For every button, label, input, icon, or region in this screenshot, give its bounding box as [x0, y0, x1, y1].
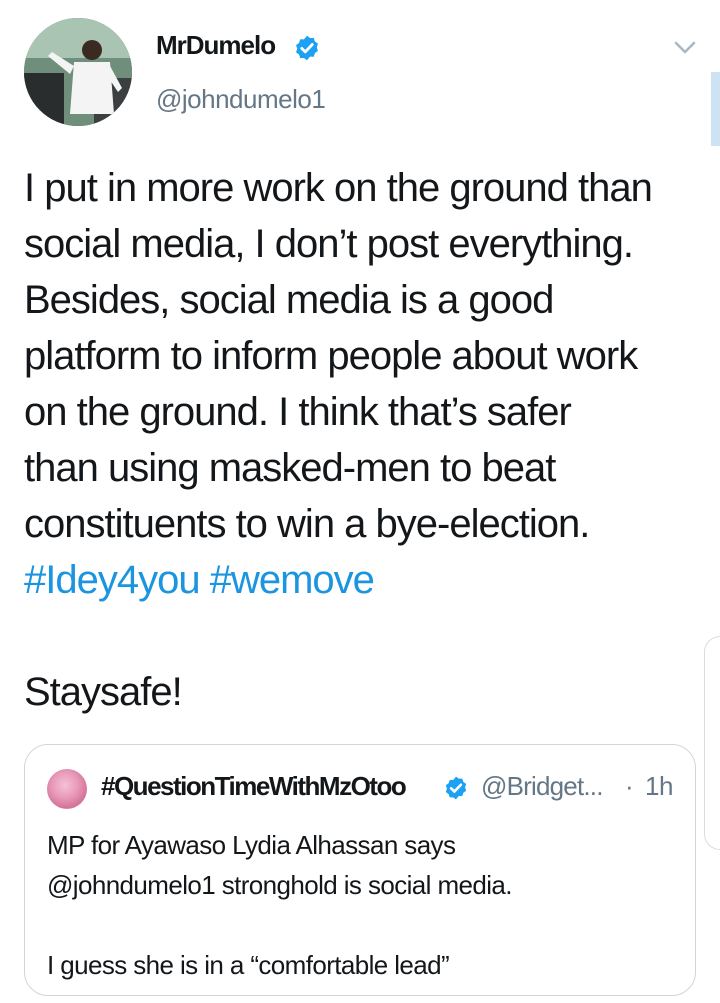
- quoted-author-avatar[interactable]: [47, 769, 87, 809]
- tweet-text-line: platform to inform people about work: [24, 334, 638, 378]
- tweet-text-line: social media, I don’t post everything.: [24, 222, 634, 266]
- verified-badge-icon: [445, 776, 467, 800]
- quoted-tweet-time[interactable]: 1h: [645, 771, 673, 802]
- adjacent-panel-edge: [704, 636, 720, 850]
- tweet-text-line: than using masked-men to beat: [24, 446, 556, 490]
- tweet-text-line: I put in more work on the ground than: [24, 166, 653, 210]
- quoted-text-line: MP for Ayawaso Lydia Alhassan says: [47, 830, 456, 860]
- verified-badge-icon: [296, 35, 318, 61]
- author-display-name[interactable]: MrDumelo: [156, 30, 276, 61]
- quoted-tweet-text: MP for Ayawaso Lydia Alhassan says @john…: [47, 825, 677, 985]
- scrollbar-thumb[interactable]: [711, 72, 720, 146]
- quoted-author-display-name[interactable]: #QuestionTimeWithMzOtoo: [101, 771, 407, 802]
- tweet-closing-text: Staysafe!: [24, 670, 183, 714]
- author-handle[interactable]: @johndumelo1: [156, 84, 326, 115]
- quoted-tweet-card[interactable]: #QuestionTimeWithMzOtoo @Bridget... · 1h…: [24, 744, 696, 996]
- quoted-text-line: @johndumelo1 stronghold is social media.: [47, 870, 512, 900]
- quoted-text-line: [47, 905, 677, 945]
- avatar-photo: [24, 18, 132, 126]
- meta-separator: ·: [625, 771, 634, 801]
- chevron-down-icon[interactable]: [670, 36, 700, 60]
- tweet-text-line: on the ground. I think that’s safer: [24, 390, 572, 434]
- quoted-text-line: I guess she is in a “comfortable lead”: [47, 950, 450, 980]
- quoted-author-handle[interactable]: @Bridget...: [481, 771, 603, 802]
- hashtag-link-wemove[interactable]: #wemove: [210, 558, 375, 602]
- tweet-text-line: constituents to win a bye-election.: [24, 502, 590, 546]
- tweet-text-line: Besides, social media is a good: [24, 278, 554, 322]
- tweet-view: MrDumelo @johndumelo1 I put in more work…: [0, 0, 720, 1003]
- author-avatar[interactable]: [24, 18, 132, 126]
- hashtag-line: #Idey4you #wemove: [24, 552, 704, 608]
- hashtag-link-idey4you[interactable]: #Idey4you: [24, 558, 201, 602]
- tweet-text: I put in more work on the ground than so…: [24, 160, 704, 608]
